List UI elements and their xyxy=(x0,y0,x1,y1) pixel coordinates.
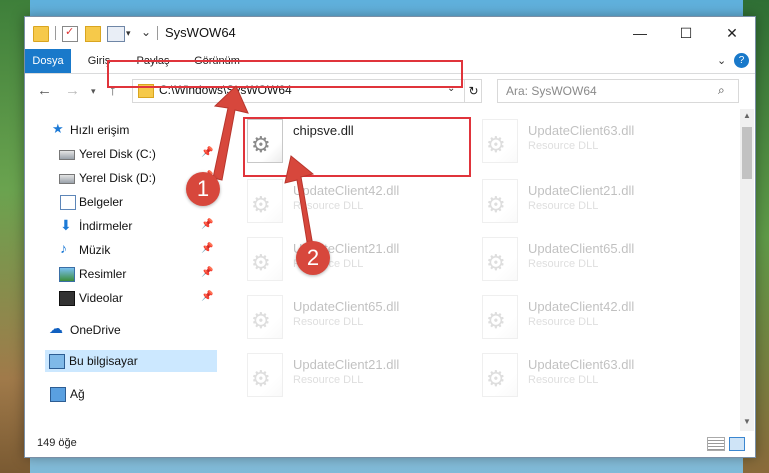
callout-badge-2: 2 xyxy=(296,241,330,275)
arrow-to-file xyxy=(284,155,315,249)
arrow-to-address-bar xyxy=(212,85,249,181)
callout-arrows xyxy=(212,85,315,249)
callout-badge-1: 1 xyxy=(186,172,220,206)
